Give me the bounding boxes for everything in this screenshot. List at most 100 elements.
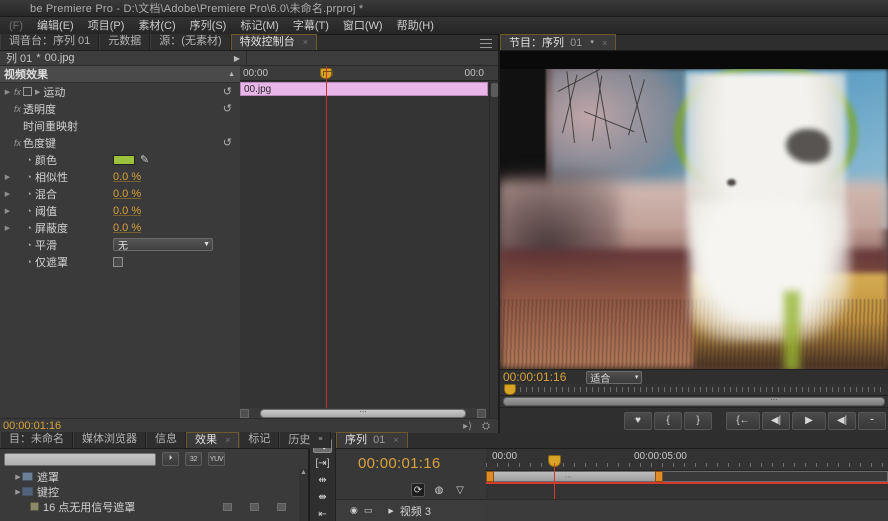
property-row-blend[interactable]: ▶ ◔ 混合 0.0 % [0, 185, 240, 202]
eyedropper-icon[interactable]: ✎ [140, 153, 149, 166]
scroll-thumb[interactable] [491, 83, 498, 97]
smoothing-select[interactable]: 无 ▼ [113, 238, 213, 251]
chevron-right-icon[interactable]: ▶ [234, 54, 240, 63]
track-select-tool[interactable]: [⇥] [313, 456, 332, 470]
property-row-smoothing[interactable]: ◔ 平滑 无 ▼ [0, 236, 240, 253]
property-value-cutoff[interactable]: 0.0 % [113, 222, 141, 234]
tab-markers[interactable]: 标记 [239, 432, 279, 448]
disclosure-icon[interactable]: ▶ [14, 473, 22, 481]
step-back-button[interactable]: ◀| [762, 412, 790, 430]
effect-row-opacity[interactable]: fx 透明度 ↺ [0, 100, 240, 117]
tab-metadata[interactable]: 元数据 [99, 34, 150, 50]
panel-menu-icon[interactable] [480, 39, 492, 48]
program-monitor-timecode[interactable]: 00:00:01:16 [503, 370, 566, 384]
stopwatch-icon[interactable]: ◔ [23, 257, 35, 267]
chevron-up-icon[interactable]: ▲ [228, 71, 235, 78]
disclosure-icon[interactable]: ▶ [3, 207, 12, 215]
tab-effects[interactable]: 效果 × [186, 432, 239, 448]
tab-history[interactable]: 历史 ≡ [279, 432, 331, 448]
work-area-bar[interactable]: ∙∙∙ [486, 471, 888, 482]
effect-controls-timecode[interactable]: 00:00:01:16 [0, 420, 61, 432]
disclosure-icon[interactable]: ▶ [388, 507, 393, 515]
chevron-down-icon[interactable]: ▾ [590, 39, 594, 46]
playhead-knob[interactable] [504, 384, 516, 395]
program-monitor-ruler[interactable] [500, 384, 888, 396]
menu-edit[interactable]: 编辑(E) [30, 17, 81, 35]
panel-menu-icon[interactable]: ≡ [318, 436, 322, 443]
work-area-out-handle[interactable] [655, 471, 663, 482]
tree-item-16point-garbage-matte[interactable]: 16 点无用信号遮罩 [0, 499, 308, 514]
close-icon[interactable]: × [393, 435, 398, 445]
zoom-level-select[interactable]: 适合 ▾ [586, 371, 642, 384]
property-row-cutoff[interactable]: ▶ ◔ 屏蔽度 0.0 % [0, 219, 240, 236]
zoom-out-icon[interactable]: ▸⟩ [463, 421, 472, 432]
scroll-up-icon[interactable]: ▲ [299, 469, 308, 476]
property-row-color[interactable]: ◔ 颜色 ✎ [0, 151, 240, 168]
eye-icon[interactable]: ◉ [350, 505, 358, 516]
tab-project[interactable]: 目：未命名 [0, 432, 73, 448]
effect-row-motion[interactable]: ▶ fx ▶ 运动 ↺ [0, 83, 240, 100]
menu-marker[interactable]: 标记(M) [233, 17, 286, 35]
stopwatch-icon[interactable]: ◔ [23, 223, 35, 233]
go-to-in-button[interactable]: {← [726, 412, 760, 430]
disclosure-icon[interactable]: ▶ [3, 190, 12, 198]
rate-stretch-tool[interactable]: ⇤ [313, 507, 332, 521]
lock-icon[interactable]: ▭ [364, 505, 373, 516]
effects-tree-vscroll[interactable]: ▲ [299, 469, 308, 521]
program-monitor-scrollbar[interactable] [500, 396, 888, 407]
menu-project[interactable]: 项目(P) [81, 17, 132, 35]
video-track-3-row[interactable] [486, 499, 888, 521]
scroll-track[interactable] [503, 397, 885, 406]
property-row-mask-only[interactable]: ◔ 仅遮罩 [0, 253, 240, 270]
tab-program-monitor[interactable]: 节目：序列 01 ▾ × [500, 34, 616, 50]
32bit-color-filter-button[interactable]: 32 [185, 452, 202, 466]
effect-row-chroma-key[interactable]: fx 色度键 ↺ [0, 134, 240, 151]
menu-window[interactable]: 窗口(W) [336, 17, 390, 35]
close-icon[interactable]: × [602, 38, 607, 48]
scroll-left-box[interactable] [240, 409, 249, 418]
tree-item-masks[interactable]: ▶ 遮罩 [0, 469, 308, 484]
tab-sequence-01[interactable]: 序列 01 × [336, 432, 408, 448]
reset-icon[interactable]: ↺ [223, 85, 232, 98]
scroll-track[interactable] [260, 409, 466, 418]
menu-help[interactable]: 帮助(H) [390, 17, 441, 35]
menu-title[interactable]: 字幕(T) [286, 17, 336, 35]
mask-only-checkbox[interactable] [113, 257, 123, 267]
reset-icon[interactable]: ↺ [223, 136, 232, 149]
stopwatch-icon[interactable]: ◔ [23, 240, 35, 250]
video-effects-section-header[interactable]: 视频效果 ▲ [0, 66, 240, 83]
tab-source[interactable]: 源：(无素材) [150, 34, 230, 50]
ripple-edit-tool[interactable]: ⇹ [313, 473, 332, 487]
disclosure-icon[interactable]: ▶ [14, 488, 22, 496]
step-forward-button[interactable]: ◀| [828, 412, 856, 430]
chevron-right-icon[interactable]: ▶ [35, 88, 40, 96]
yuv-filter-button[interactable]: YUV [208, 452, 225, 466]
rolling-edit-tool[interactable]: ⇼ [313, 490, 332, 504]
menu-sequence[interactable]: 序列(S) [183, 17, 234, 35]
property-value-threshold[interactable]: 0.0 % [113, 205, 141, 217]
tab-info[interactable]: 信息 [146, 432, 186, 448]
stopwatch-icon[interactable]: ◔ [23, 206, 35, 216]
add-marker-button[interactable]: ▽ [453, 483, 467, 497]
program-monitor-video[interactable] [500, 51, 888, 369]
reset-icon[interactable]: ↺ [223, 102, 232, 115]
close-icon[interactable]: × [225, 435, 230, 445]
disclosure-icon[interactable]: ▶ [3, 173, 12, 181]
timeline-ruler[interactable]: 00:00 00:00:05:00 [486, 449, 888, 471]
accelerated-effects-filter-button[interactable]: ⏵ [162, 452, 179, 466]
mark-in-button[interactable]: { [654, 412, 682, 430]
scroll-right-box[interactable] [477, 409, 486, 418]
menu-clip[interactable]: 素材(C) [131, 17, 182, 35]
tab-audio-mixer[interactable]: 调音台：序列 01 [0, 34, 99, 50]
loop-button[interactable]: ⁃ [858, 412, 886, 430]
property-value-similarity[interactable]: 0.0 % [113, 171, 141, 183]
add-marker-button[interactable]: ♥ [624, 412, 652, 430]
effect-timeline-ruler[interactable]: 00:00 00:0 [240, 66, 498, 81]
linked-selection-toggle[interactable]: ◍ [432, 483, 446, 497]
search-input[interactable] [4, 453, 156, 466]
color-swatch[interactable] [113, 155, 135, 165]
property-value-blend[interactable]: 0.0 % [113, 188, 141, 200]
work-area-grip[interactable]: ∙∙∙ [565, 472, 572, 481]
effect-row-time-remapping[interactable]: 时间重映射 [0, 117, 240, 134]
stopwatch-icon[interactable]: ◔ [23, 155, 35, 165]
